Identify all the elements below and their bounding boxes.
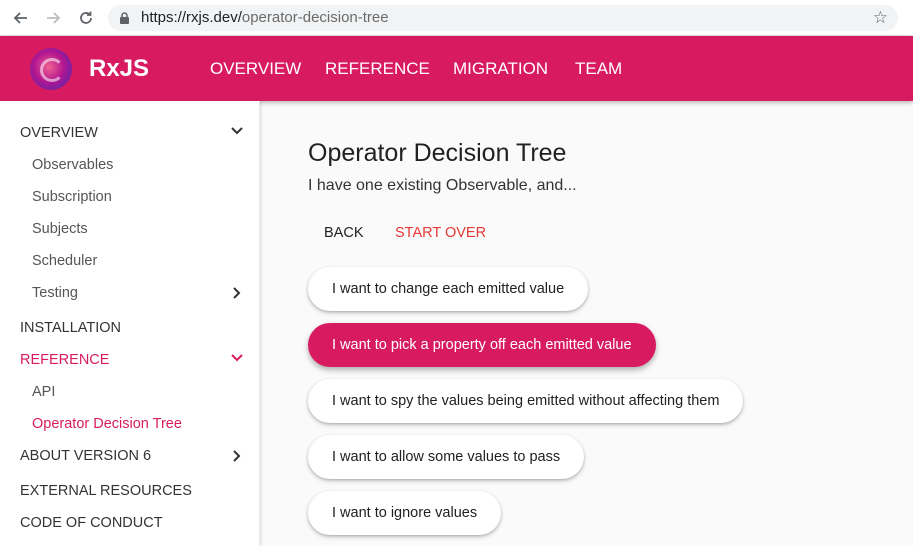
address-bar[interactable]: https://rxjs.dev/operator-decision-tree … [108, 5, 898, 31]
sidebar-item-label: OVERVIEW [20, 125, 98, 141]
sidebar-item-label: Scheduler [32, 253, 98, 269]
back-arrow-icon[interactable] [9, 6, 33, 30]
topnav-team[interactable]: TEAM [575, 59, 622, 79]
back-button[interactable]: BACK [324, 225, 364, 241]
topnav-migration[interactable]: MIGRATION [453, 59, 548, 79]
url-path: operator-decision-tree [241, 9, 389, 26]
chevron-down-icon[interactable] [227, 121, 247, 145]
option-button[interactable]: I want to spy the values being emitted w… [308, 379, 744, 423]
option-button[interactable]: I want to allow some values to pass [308, 435, 585, 479]
start-over-button[interactable]: START OVER [395, 225, 486, 241]
sidebar-item-testing[interactable]: Testing [32, 281, 247, 305]
sidebar-item-label: API [32, 384, 56, 400]
sidebar-item-operator-decision-tree[interactable]: Operator Decision Tree [32, 412, 247, 436]
sidebar-item-subscription[interactable]: Subscription [32, 185, 247, 209]
sidebar-item-about-version-6[interactable]: ABOUT VERSION 6 [20, 444, 247, 468]
page-subtitle: I have one existing Observable, and... [308, 177, 577, 194]
top-navigation: RxJS OVERVIEW REFERENCE MIGRATION TEAM [0, 36, 913, 101]
forward-arrow-icon[interactable] [41, 6, 65, 30]
sidebar-item-label: EXTERNAL RESOURCES [20, 483, 192, 499]
sidebar-item-label: Operator Decision Tree [32, 416, 182, 432]
sidebar: OVERVIEW Observables Subscription Subjec… [0, 101, 260, 546]
sidebar-item-code-of-conduct[interactable]: CODE OF CONDUCT [20, 511, 247, 535]
sidebar-item-external-resources[interactable]: EXTERNAL RESOURCES [20, 479, 247, 503]
sidebar-item-label: Subjects [32, 221, 88, 237]
url-host: https://rxjs.dev/ [141, 9, 242, 26]
sidebar-item-overview[interactable]: OVERVIEW [20, 121, 247, 145]
sidebar-item-label: ABOUT VERSION 6 [20, 448, 152, 464]
sidebar-item-label: Observables [32, 157, 114, 173]
option-button-selected[interactable]: I want to pick a property off each emitt… [308, 323, 656, 367]
sidebar-item-label: INSTALLATION [20, 320, 121, 336]
option-button[interactable]: I want to ignore values [308, 491, 502, 535]
rxjs-logo-icon[interactable] [30, 48, 72, 90]
chevron-right-icon[interactable] [227, 444, 247, 468]
sidebar-item-installation[interactable]: INSTALLATION [20, 316, 247, 340]
brand-name[interactable]: RxJS [89, 55, 149, 83]
sidebar-item-api[interactable]: API [32, 380, 247, 404]
url-text: https://rxjs.dev/operator-decision-tree [141, 9, 389, 26]
topnav-overview[interactable]: OVERVIEW [210, 59, 301, 79]
page-title: Operator Decision Tree [308, 139, 567, 167]
sidebar-item-reference[interactable]: REFERENCE [20, 348, 247, 372]
sidebar-item-label: CODE OF CONDUCT [20, 515, 163, 531]
lock-icon [120, 12, 129, 24]
sidebar-item-observables[interactable]: Observables [32, 153, 247, 177]
option-button[interactable]: I want to change each emitted value [308, 267, 589, 311]
browser-toolbar: https://rxjs.dev/operator-decision-tree … [0, 0, 913, 36]
sidebar-item-scheduler[interactable]: Scheduler [32, 249, 247, 273]
bookmark-star-icon[interactable]: ☆ [873, 8, 888, 28]
sidebar-item-label: Subscription [32, 189, 112, 205]
chevron-right-icon[interactable] [227, 281, 247, 305]
reload-icon[interactable] [74, 6, 98, 30]
sidebar-item-subjects[interactable]: Subjects [32, 217, 247, 241]
sidebar-item-label: Testing [32, 285, 78, 301]
chevron-down-icon[interactable] [227, 348, 247, 372]
topnav-reference[interactable]: REFERENCE [325, 59, 430, 79]
sidebar-item-label: REFERENCE [20, 352, 110, 368]
main-content: Operator Decision Tree I have one existi… [261, 101, 913, 546]
